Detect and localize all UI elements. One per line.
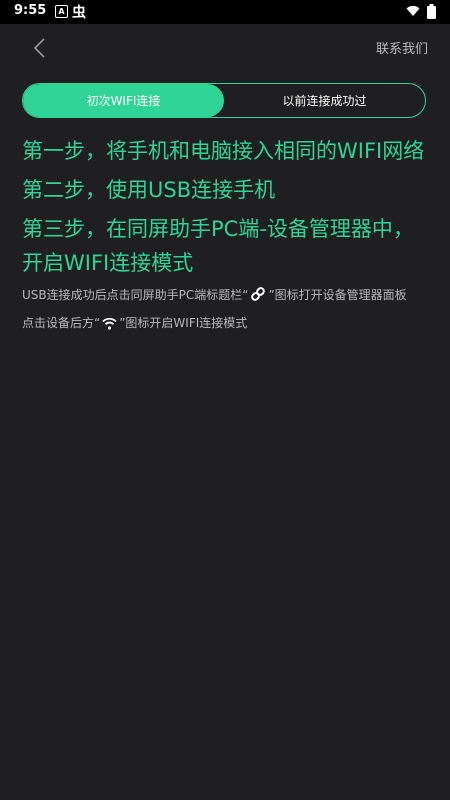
notification-a-icon: A xyxy=(55,5,68,18)
connection-tabs: 初次WIFI连接 以前连接成功过 xyxy=(22,83,426,118)
step-1: 第一步，将手机和电脑接入相同的WIFI网络 xyxy=(22,139,425,163)
chevron-left-icon[interactable] xyxy=(30,37,50,59)
instructions: 第一步，将手机和电脑接入相同的WIFI网络 第二步，使用USB连接手机 第三步，… xyxy=(22,134,432,333)
hint-wifi-mode: 点击设备后方“ ”图标开启WIFI连接模式 xyxy=(22,313,432,333)
hint-device-manager: USB连接成功后点击同屏助手PC端标题栏“ ”图标打开设备管理器面板 xyxy=(22,285,432,305)
wifi-icon xyxy=(406,5,420,16)
status-bar: 9:55 A 虫 xyxy=(0,0,450,24)
hint1-text-before: USB连接成功后点击同屏助手PC端标题栏“ xyxy=(22,288,249,302)
hint1-text-after: ”图标打开设备管理器面板 xyxy=(268,288,407,302)
tab-first-wifi-connection[interactable]: 初次WIFI连接 xyxy=(23,84,224,117)
battery-icon xyxy=(427,4,436,19)
step-2: 第二步，使用USB连接手机 xyxy=(22,178,276,202)
notification-bug-icon: 虫 xyxy=(72,5,86,21)
tab-previously-connected[interactable]: 以前连接成功过 xyxy=(224,84,425,117)
hint2-text-before: 点击设备后方“ xyxy=(22,316,101,330)
step-3: 第三步，在同屏助手PC端-设备管理器中，开启WIFI连接模式 xyxy=(22,217,414,275)
top-bar: 联系我们 xyxy=(0,24,450,72)
hint2-text-after: ”图标开启WIFI连接模式 xyxy=(119,316,248,330)
link-icon xyxy=(251,287,266,301)
contact-us-link[interactable]: 联系我们 xyxy=(376,38,428,57)
status-time: 9:55 xyxy=(14,3,47,18)
wifi-icon xyxy=(102,317,117,330)
